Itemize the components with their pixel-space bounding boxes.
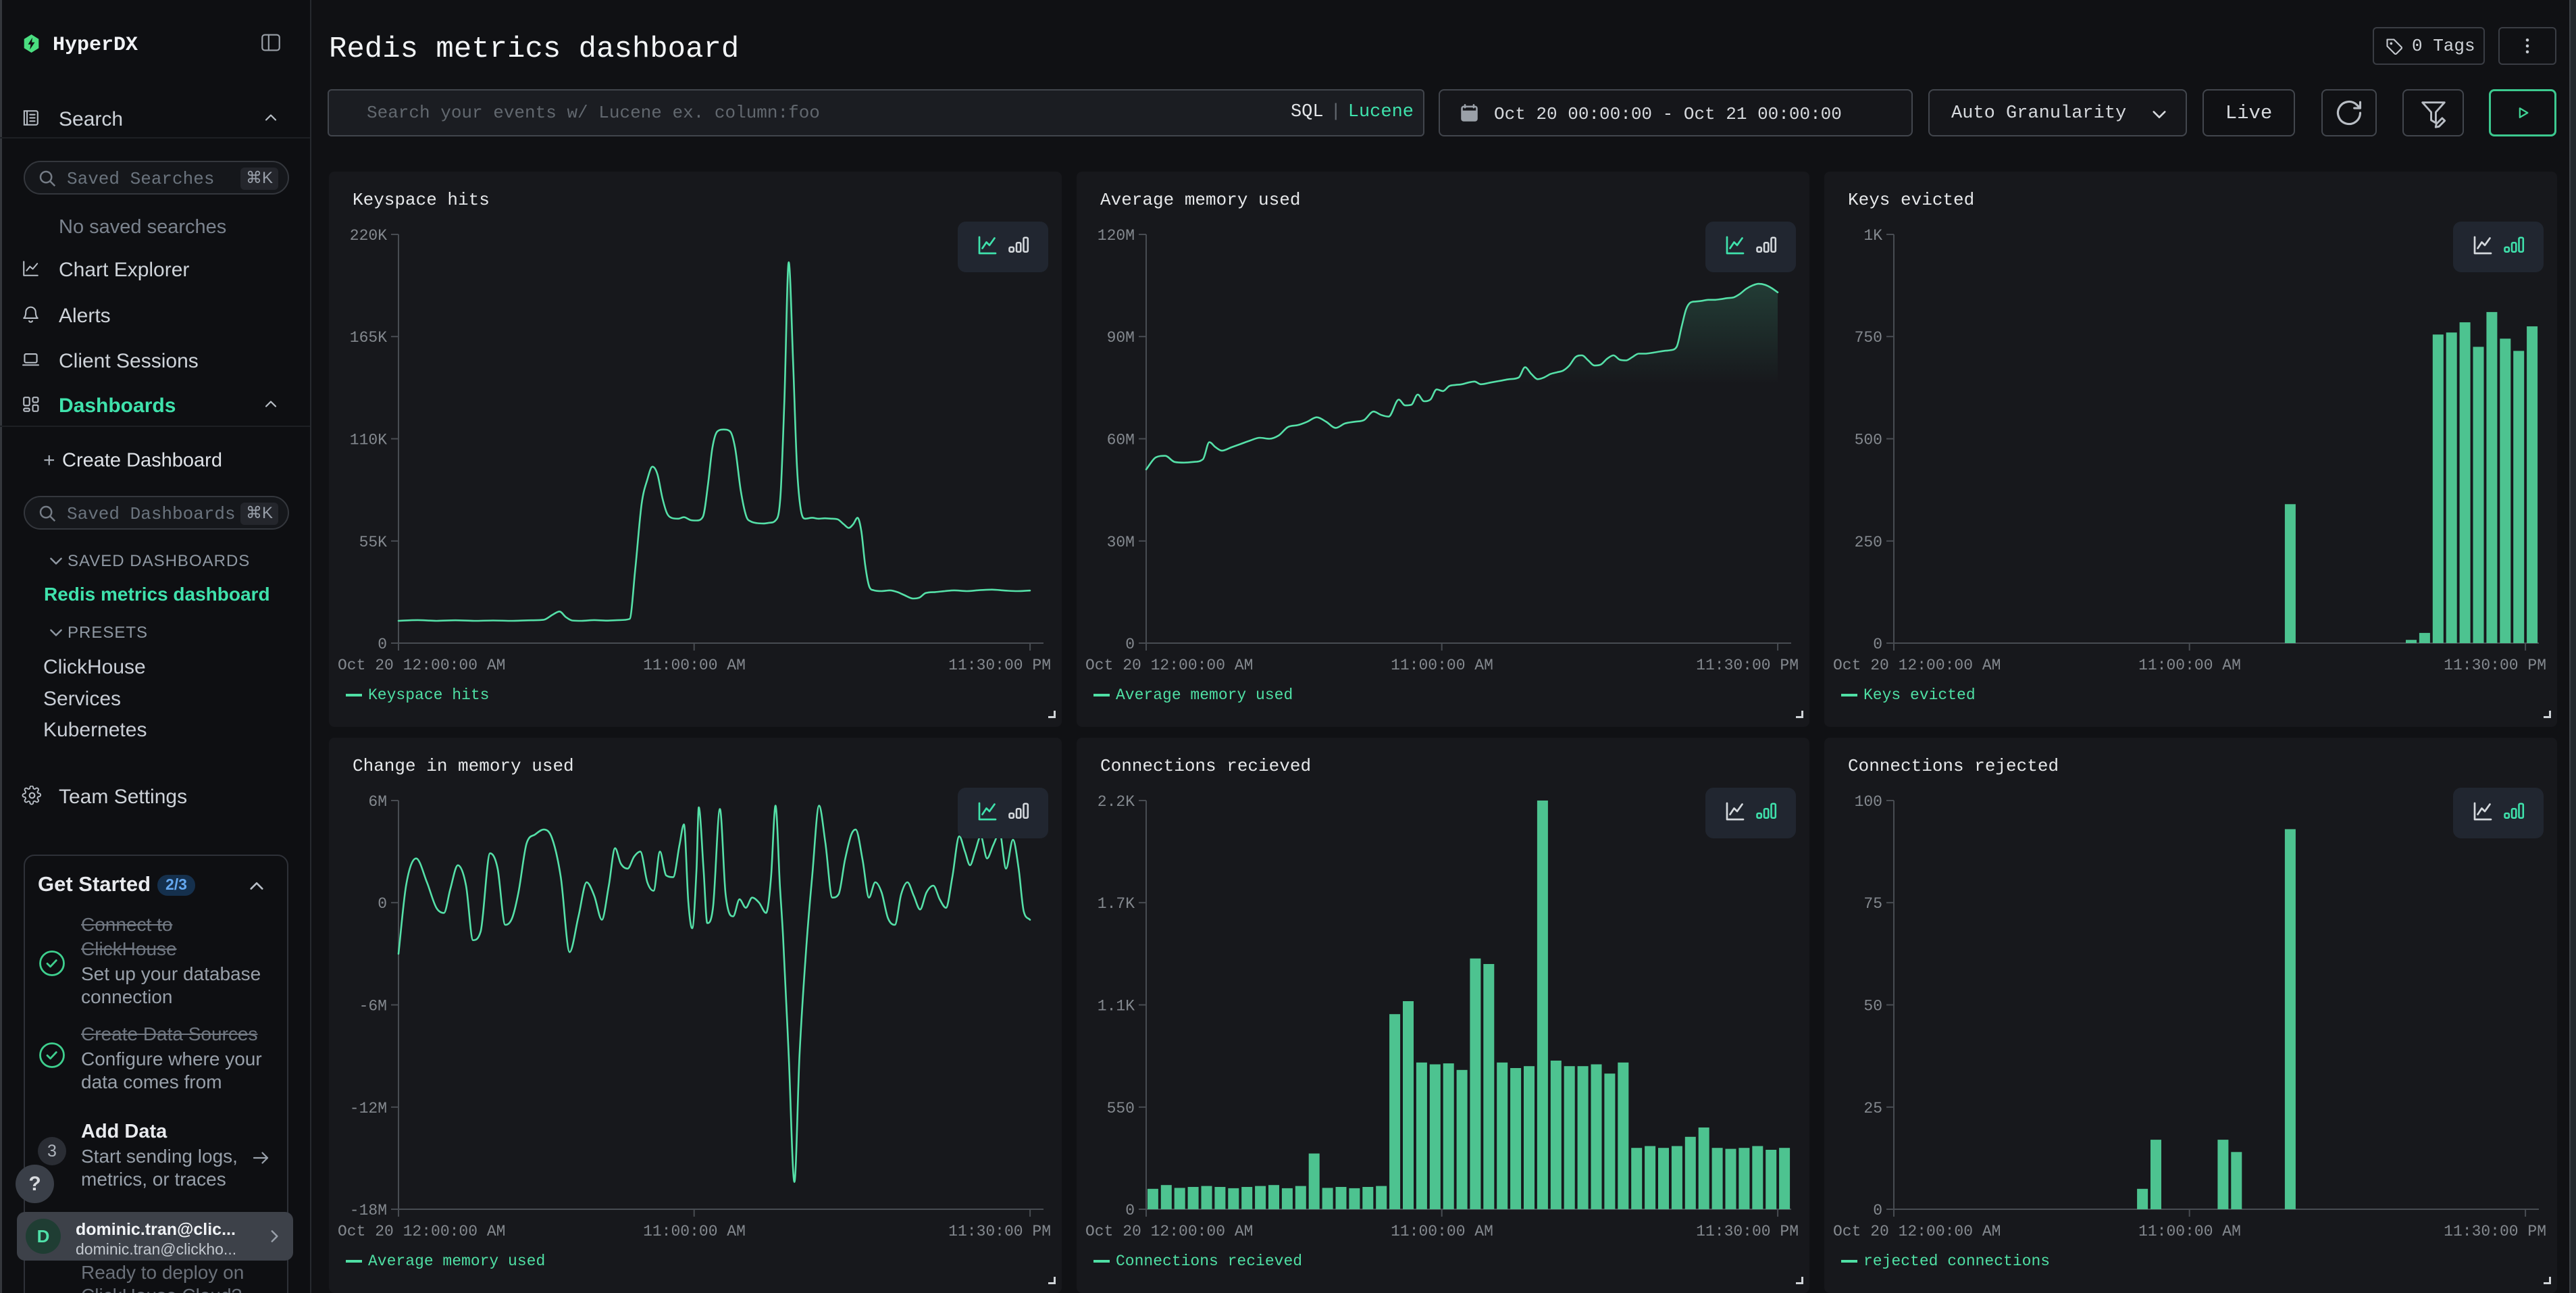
svg-text:50: 50 — [1863, 998, 1882, 1015]
svg-text:120M: 120M — [1098, 227, 1135, 245]
svg-text:100: 100 — [1855, 793, 1882, 811]
svg-text:25: 25 — [1863, 1100, 1882, 1117]
svg-text:1.1K: 1.1K — [1098, 998, 1135, 1015]
svg-text:11:00:00 AM: 11:00:00 AM — [643, 1223, 746, 1240]
svg-text:11:30:00 PM: 11:30:00 PM — [948, 1223, 1051, 1240]
svg-text:11:30:00 PM: 11:30:00 PM — [1696, 1223, 1799, 1240]
svg-text:110K: 110K — [350, 432, 387, 449]
svg-text:75: 75 — [1863, 895, 1882, 913]
svg-text:-12M: -12M — [350, 1100, 387, 1117]
svg-text:11:00:00 AM: 11:00:00 AM — [2138, 1223, 2241, 1240]
svg-text:11:00:00 AM: 11:00:00 AM — [643, 657, 746, 674]
svg-text:250: 250 — [1855, 534, 1882, 551]
svg-text:30M: 30M — [1107, 534, 1135, 551]
svg-text:Oct 20 12:00:00 AM: Oct 20 12:00:00 AM — [1085, 657, 1253, 674]
svg-text:0: 0 — [378, 895, 387, 913]
svg-text:2.2K: 2.2K — [1098, 793, 1135, 811]
svg-text:-6M: -6M — [359, 998, 387, 1015]
svg-text:11:30:00 PM: 11:30:00 PM — [2444, 657, 2546, 674]
svg-text:Oct 20 12:00:00 AM: Oct 20 12:00:00 AM — [338, 1223, 505, 1240]
svg-text:90M: 90M — [1107, 329, 1135, 347]
svg-text:0: 0 — [378, 636, 387, 653]
svg-text:6M: 6M — [368, 793, 387, 811]
svg-text:11:30:00 PM: 11:30:00 PM — [2444, 1223, 2546, 1240]
svg-text:Oct 20 12:00:00 AM: Oct 20 12:00:00 AM — [1833, 1223, 2001, 1240]
svg-text:55K: 55K — [359, 534, 388, 551]
svg-text:550: 550 — [1107, 1100, 1135, 1117]
svg-text:60M: 60M — [1107, 432, 1135, 449]
svg-text:0: 0 — [1873, 636, 1882, 653]
svg-text:750: 750 — [1855, 329, 1882, 347]
svg-text:165K: 165K — [350, 329, 387, 347]
svg-text:1K: 1K — [1863, 227, 1882, 245]
svg-text:-18M: -18M — [350, 1202, 387, 1219]
svg-text:Oct 20 12:00:00 AM: Oct 20 12:00:00 AM — [1833, 657, 2001, 674]
svg-text:0: 0 — [1873, 1202, 1882, 1219]
svg-text:Oct 20 12:00:00 AM: Oct 20 12:00:00 AM — [338, 657, 505, 674]
svg-text:500: 500 — [1855, 432, 1882, 449]
svg-text:Oct 20 12:00:00 AM: Oct 20 12:00:00 AM — [1085, 1223, 1253, 1240]
svg-text:11:00:00 AM: 11:00:00 AM — [2138, 657, 2241, 674]
svg-text:11:30:00 PM: 11:30:00 PM — [1696, 657, 1799, 674]
svg-text:220K: 220K — [350, 227, 387, 245]
svg-text:11:30:00 PM: 11:30:00 PM — [948, 657, 1051, 674]
svg-text:11:00:00 AM: 11:00:00 AM — [1391, 657, 1493, 674]
svg-text:0: 0 — [1125, 1202, 1135, 1219]
svg-text:11:00:00 AM: 11:00:00 AM — [1391, 1223, 1493, 1240]
svg-text:1.7K: 1.7K — [1098, 895, 1135, 913]
svg-text:0: 0 — [1125, 636, 1135, 653]
